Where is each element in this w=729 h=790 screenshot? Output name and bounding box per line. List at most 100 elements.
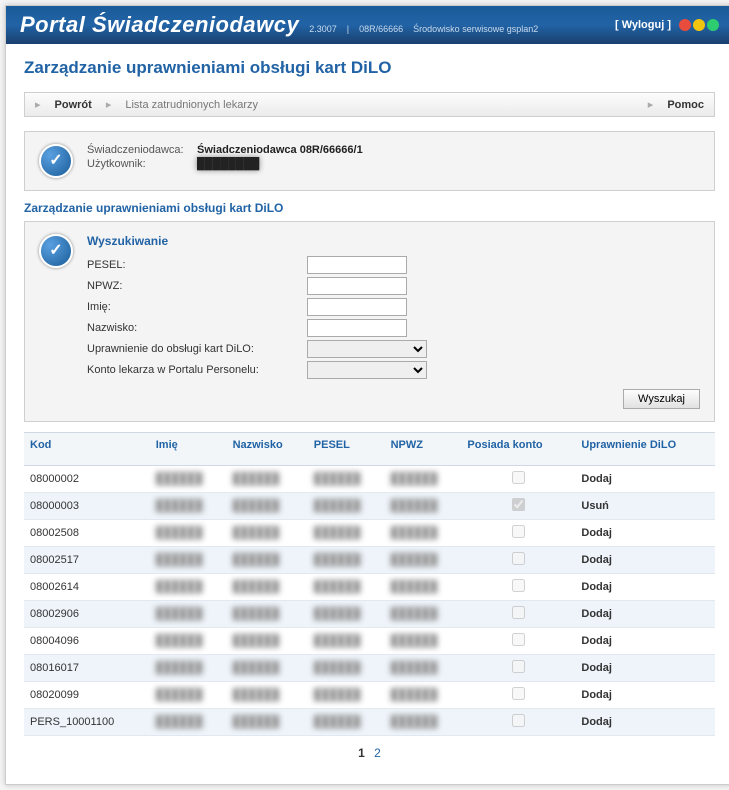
cell-kod: 08020099: [24, 682, 150, 709]
pesel-input[interactable]: [307, 256, 407, 274]
cell-posiada: [461, 574, 575, 601]
posiada-checkbox: [512, 633, 525, 646]
posiada-checkbox: [512, 714, 525, 727]
imie-input[interactable]: [307, 298, 407, 316]
col-npwz[interactable]: NPWZ: [385, 433, 462, 466]
table-row: PERS_10001100████████████████████████Dod…: [24, 709, 715, 736]
search-panel: Wyszukiwanie PESEL: NPWZ: Imię: Nazwisko…: [24, 221, 715, 422]
doctors-link[interactable]: Lista zatrudnionych lekarzy: [125, 99, 258, 111]
col-imie[interactable]: Imię: [150, 433, 227, 466]
cell-imie: ██████: [150, 574, 227, 601]
posiada-checkbox: [512, 579, 525, 592]
cell-nazwisko: ██████: [227, 601, 308, 628]
cell-action: Dodaj: [575, 709, 715, 736]
page-2-link[interactable]: 2: [371, 746, 384, 760]
cell-kod: 08002614: [24, 574, 150, 601]
table-row: 08002614████████████████████████Dodaj: [24, 574, 715, 601]
cell-kod: 08002517: [24, 547, 150, 574]
page-1-link[interactable]: 1: [355, 746, 368, 760]
action-link[interactable]: Dodaj: [581, 716, 612, 728]
cell-posiada: [461, 655, 575, 682]
cell-kod: 08004096: [24, 628, 150, 655]
cell-action: Dodaj: [575, 520, 715, 547]
nazwisko-input[interactable]: [307, 319, 407, 337]
page-title: Zarządzanie uprawnieniami obsługi kart D…: [24, 58, 715, 78]
user-value: ████████: [197, 158, 363, 170]
app-version: 2.3007: [309, 24, 337, 34]
cell-posiada: [461, 547, 575, 574]
cell-action: Usuń: [575, 493, 715, 520]
cell-npwz: ██████: [385, 655, 462, 682]
cell-pesel: ██████: [308, 682, 385, 709]
status-dots-icon: [679, 19, 719, 31]
cell-pesel: ██████: [308, 547, 385, 574]
posiada-checkbox: [512, 498, 525, 511]
cell-nazwisko: ██████: [227, 493, 308, 520]
cell-kod: 08002508: [24, 520, 150, 547]
action-link[interactable]: Dodaj: [581, 581, 612, 593]
table-row: 08000003████████████████████████Usuń: [24, 493, 715, 520]
cell-imie: ██████: [150, 547, 227, 574]
logout-link[interactable]: [ Wyloguj ]: [615, 19, 671, 31]
cell-posiada: [461, 466, 575, 493]
action-link[interactable]: Dodaj: [581, 473, 612, 485]
uprawnienie-select[interactable]: [307, 340, 427, 358]
action-link[interactable]: Dodaj: [581, 608, 612, 620]
action-link[interactable]: Dodaj: [581, 635, 612, 647]
npwz-label: NPWZ:: [87, 280, 307, 292]
col-nazwisko[interactable]: Nazwisko: [227, 433, 308, 466]
cell-action: Dodaj: [575, 628, 715, 655]
posiada-checkbox: [512, 525, 525, 538]
cell-action: Dodaj: [575, 655, 715, 682]
chevron-right-icon: ▸: [106, 98, 112, 111]
cell-imie: ██████: [150, 520, 227, 547]
user-label: Użytkownik:: [87, 158, 197, 170]
app-env: Środowisko serwisowe gsplan2: [413, 24, 538, 34]
cell-imie: ██████: [150, 493, 227, 520]
search-button[interactable]: Wyszukaj: [623, 389, 700, 409]
col-kod[interactable]: Kod: [24, 433, 150, 466]
back-button[interactable]: Powrót: [55, 99, 92, 111]
posiada-checkbox: [512, 471, 525, 484]
action-link[interactable]: Dodaj: [581, 527, 612, 539]
table-row: 08004096████████████████████████Dodaj: [24, 628, 715, 655]
cell-npwz: ██████: [385, 574, 462, 601]
provider-info-panel: Świadczeniodawca: Świadczeniodawca 08R/6…: [24, 131, 715, 191]
cell-npwz: ██████: [385, 493, 462, 520]
action-link[interactable]: Usuń: [581, 500, 609, 512]
col-uprawnienie[interactable]: Uprawnienie DiLO: [575, 433, 715, 466]
chevron-right-icon: ▸: [35, 98, 41, 111]
cell-imie: ██████: [150, 628, 227, 655]
cell-npwz: ██████: [385, 520, 462, 547]
konto-select[interactable]: [307, 361, 427, 379]
cell-imie: ██████: [150, 709, 227, 736]
action-link[interactable]: Dodaj: [581, 662, 612, 674]
section-title: Zarządzanie uprawnieniami obsługi kart D…: [24, 201, 715, 215]
cell-action: Dodaj: [575, 574, 715, 601]
cell-pesel: ██████: [308, 574, 385, 601]
action-link[interactable]: Dodaj: [581, 689, 612, 701]
cell-action: Dodaj: [575, 601, 715, 628]
app-account-value: 08R/66666: [359, 24, 403, 34]
col-posiada[interactable]: Posiada konto: [461, 433, 575, 466]
imie-label: Imię:: [87, 301, 307, 313]
pesel-label: PESEL:: [87, 259, 307, 271]
cell-kod: PERS_10001100: [24, 709, 150, 736]
cell-pesel: ██████: [308, 628, 385, 655]
help-link[interactable]: Pomoc: [667, 99, 704, 111]
action-link[interactable]: Dodaj: [581, 554, 612, 566]
posiada-checkbox: [512, 687, 525, 700]
col-pesel[interactable]: PESEL: [308, 433, 385, 466]
cell-pesel: ██████: [308, 601, 385, 628]
pager: 1 2: [24, 736, 715, 770]
npwz-input[interactable]: [307, 277, 407, 295]
cell-kod: 08000003: [24, 493, 150, 520]
cell-npwz: ██████: [385, 628, 462, 655]
table-row: 08016017████████████████████████Dodaj: [24, 655, 715, 682]
cell-npwz: ██████: [385, 601, 462, 628]
table-row: 08020099████████████████████████Dodaj: [24, 682, 715, 709]
results-table: Kod Imię Nazwisko PESEL NPWZ Posiada kon…: [24, 432, 715, 736]
table-row: 08002508████████████████████████Dodaj: [24, 520, 715, 547]
cell-kod: 08016017: [24, 655, 150, 682]
cell-pesel: ██████: [308, 466, 385, 493]
